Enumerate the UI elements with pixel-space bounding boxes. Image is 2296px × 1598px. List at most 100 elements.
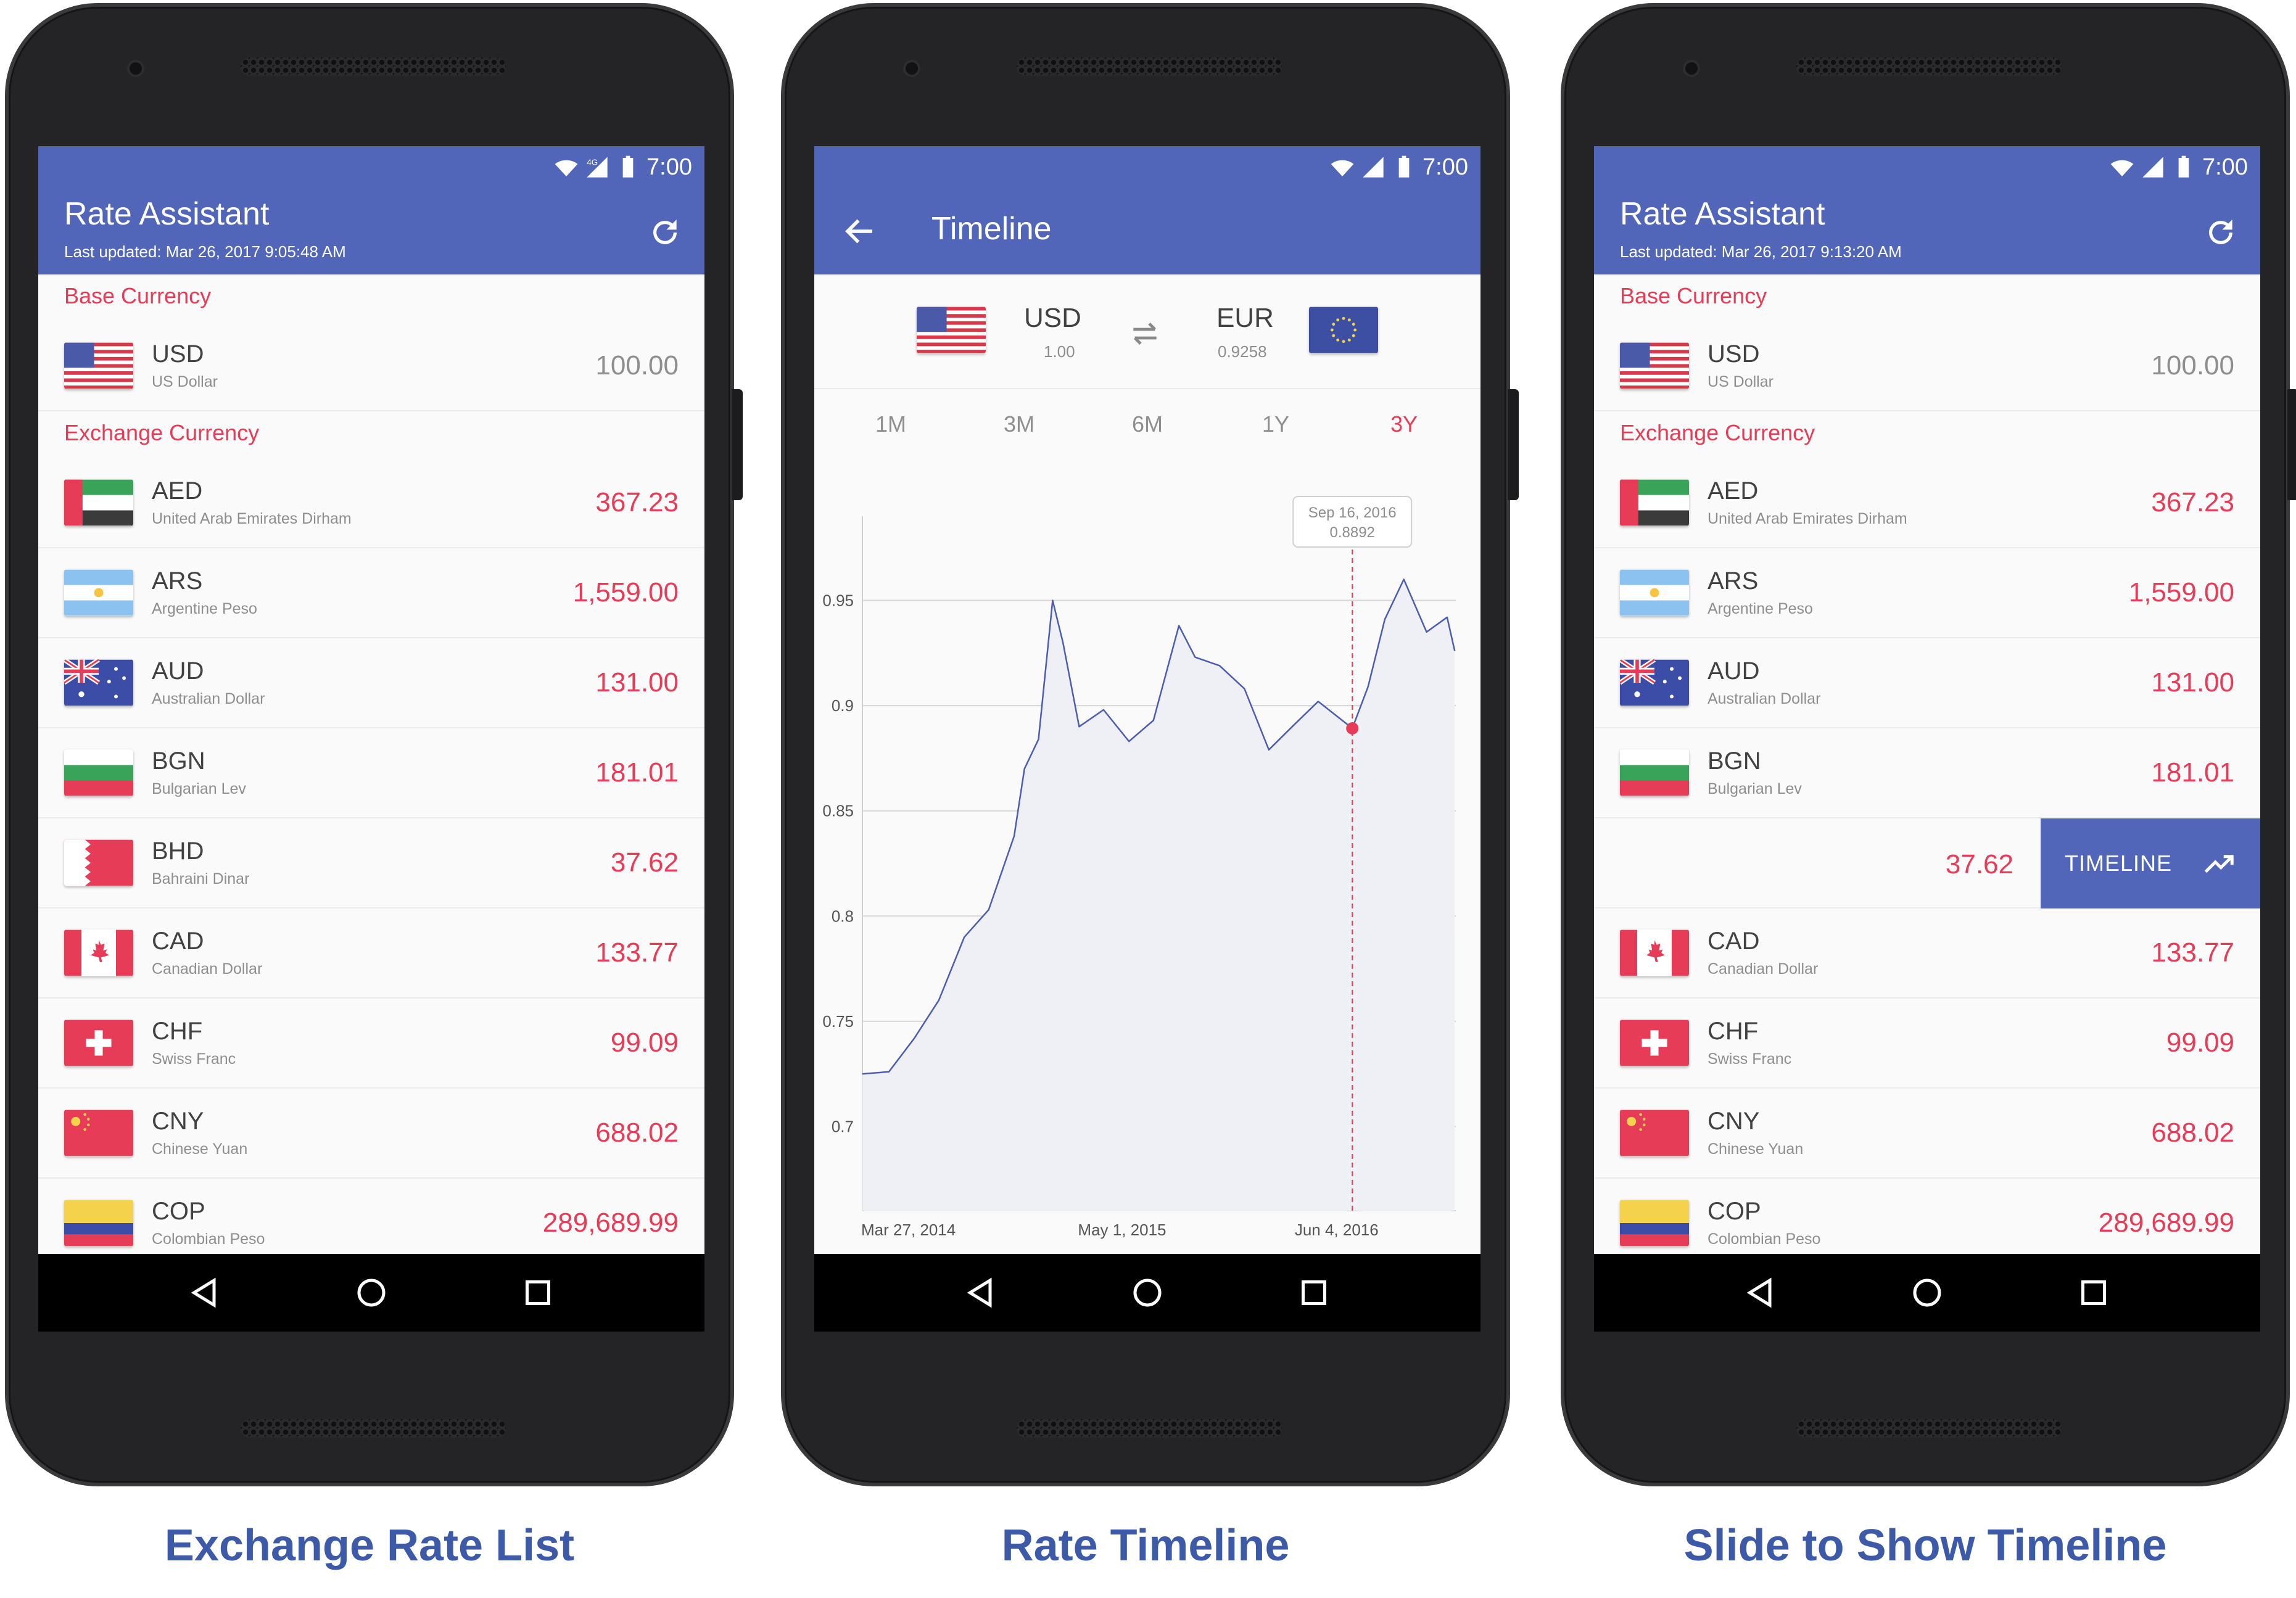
- currency-code: CHF: [152, 1018, 203, 1045]
- currency-row-ars[interactable]: ARS Argentine Peso 1,559.00: [1594, 548, 2260, 638]
- navigation-bar: [38, 1254, 704, 1332]
- currency-name: Chinese Yuan: [1708, 1140, 1804, 1158]
- currency-name: Argentine Peso: [1708, 600, 1813, 617]
- currency-pair-header: USD 1.00 EUR 0.9258: [814, 274, 1480, 389]
- base-amount-input[interactable]: 100.00: [595, 350, 679, 381]
- cell-signal-icon: [2142, 157, 2163, 178]
- currency-row-bhd[interactable]: BHD Bahraini Dinar 37.62: [38, 818, 704, 908]
- exchange-currency-label: Exchange Currency: [64, 420, 260, 445]
- currency-row-bgn[interactable]: BGN Bulgarian Lev 181.01: [38, 728, 704, 818]
- wifi-icon: [555, 160, 578, 176]
- y-tick-label: 0.85: [822, 802, 854, 820]
- currency-value: 688.02: [2151, 1118, 2234, 1148]
- back-nav-icon[interactable]: [186, 1274, 223, 1311]
- last-updated-text: Last updated: Mar 26, 2017 9:05:48 AM: [64, 242, 346, 261]
- currency-row-cny[interactable]: CNY Chinese Yuan 688.02: [1594, 1089, 2260, 1179]
- app-title: Rate Assistant: [64, 196, 270, 232]
- swiped-row-bhd[interactable]: 37.62 TIMELINE: [1594, 818, 2260, 908]
- caption-slide-timeline: Slide to Show Timeline: [1683, 1521, 2167, 1570]
- to-currency-value: 0.9258: [1218, 342, 1267, 361]
- app-bar: Timeline: [814, 188, 1480, 274]
- currency-row-aed[interactable]: AED United Arab Emirates Dirham 367.23: [38, 458, 704, 548]
- svg-text:4G: 4G: [587, 158, 598, 167]
- earpiece-speaker: [241, 57, 506, 76]
- refresh-icon[interactable]: [2203, 215, 2238, 250]
- tab-3m[interactable]: 3M: [955, 389, 1083, 451]
- currency-value: 131.00: [2151, 667, 2234, 698]
- home-nav-icon[interactable]: [1129, 1274, 1166, 1311]
- timeline-button[interactable]: TIMELINE: [2041, 818, 2260, 908]
- base-currency-row[interactable]: USD US Dollar 100.00: [38, 321, 704, 411]
- currency-row-aed[interactable]: AED United Arab Emirates Dirham 367.23: [1594, 458, 2260, 548]
- currency-value: 1,559.00: [2128, 577, 2234, 607]
- currency-row-aud[interactable]: AUD Australian Dollar 131.00: [38, 638, 704, 728]
- to-currency-code[interactable]: EUR: [1216, 303, 1274, 334]
- recents-nav-icon[interactable]: [2075, 1274, 2112, 1311]
- currency-name: Canadian Dollar: [1708, 960, 1819, 978]
- currency-name: Canadian Dollar: [152, 960, 263, 978]
- back-nav-icon[interactable]: [1742, 1274, 1779, 1311]
- flag-chf-icon: [64, 1019, 133, 1066]
- currency-value: 1,559.00: [572, 577, 679, 607]
- currency-row-ars[interactable]: ARS Argentine Peso 1,559.00: [38, 548, 704, 638]
- home-nav-icon[interactable]: [1909, 1274, 1946, 1311]
- currency-row-bgn[interactable]: BGN Bulgarian Lev 181.01: [1594, 728, 2260, 818]
- flag-cny-icon: [1620, 1110, 1689, 1156]
- base-currency-row[interactable]: USD US Dollar 100.00: [1594, 321, 2260, 411]
- battery-icon: [622, 155, 634, 178]
- power-button: [1508, 389, 1519, 500]
- currency-row-cny[interactable]: CNY Chinese Yuan 688.02: [38, 1089, 704, 1179]
- home-nav-icon[interactable]: [353, 1274, 390, 1311]
- back-arrow-icon[interactable]: [841, 213, 878, 250]
- tab-1m[interactable]: 1M: [827, 389, 955, 451]
- cell-signal-icon: 4G: [587, 157, 608, 178]
- area-fill: [862, 579, 1455, 1211]
- currency-code: AUD: [1708, 657, 1760, 685]
- base-currency-label: Base Currency: [1620, 283, 1767, 308]
- back-nav-icon[interactable]: [962, 1274, 999, 1311]
- y-tick-label: 0.75: [822, 1012, 854, 1031]
- power-button: [2287, 389, 2296, 500]
- navigation-bar: [814, 1254, 1480, 1332]
- from-currency-code[interactable]: USD: [1024, 303, 1081, 334]
- y-tick-label: 0.7: [832, 1118, 854, 1136]
- currency-row-aud[interactable]: AUD Australian Dollar 131.00: [1594, 638, 2260, 728]
- flag-cop-icon: [1620, 1200, 1689, 1246]
- status-bar: 7:00: [814, 146, 1480, 188]
- currency-code: AED: [152, 477, 203, 505]
- flag-usd-icon: [64, 342, 133, 389]
- earpiece-speaker: [1017, 57, 1282, 76]
- currency-name: Colombian Peso: [1708, 1230, 1821, 1248]
- tab-3y[interactable]: 3Y: [1340, 389, 1468, 451]
- screen-list-swipe: 7:00 Rate Assistant Last updated: Mar 26…: [1594, 146, 2260, 1332]
- currency-code: ARS: [152, 567, 203, 595]
- currency-row-cad[interactable]: CAD Canadian Dollar 133.77: [1594, 908, 2260, 999]
- tab-1y[interactable]: 1Y: [1212, 389, 1340, 451]
- flag-bgn-icon: [1620, 749, 1689, 796]
- battery-icon: [1398, 155, 1410, 178]
- y-tick-label: 0.8: [832, 907, 854, 925]
- flag-ars-icon: [1620, 569, 1689, 616]
- tab-6m[interactable]: 6M: [1083, 389, 1212, 451]
- navigation-bar: [1594, 1254, 2260, 1332]
- currency-value: 289,689.99: [542, 1208, 679, 1238]
- power-button: [732, 389, 743, 500]
- currency-row-cad[interactable]: CAD Canadian Dollar 133.77: [38, 908, 704, 999]
- base-amount-input[interactable]: 100.00: [2151, 350, 2234, 381]
- currency-name: Australian Dollar: [1708, 690, 1821, 707]
- flag-usd-icon: [917, 307, 986, 353]
- y-tick-label: 0.9: [832, 696, 854, 715]
- refresh-icon[interactable]: [648, 215, 682, 250]
- app-bar: Rate Assistant Last updated: Mar 26, 201…: [1594, 188, 2260, 274]
- rate-timeline-chart[interactable]: 0.95 0.9 0.85 0.8 0.75 0.7 Mar 27, 2014 May 1, …: [814, 492, 1480, 1256]
- recents-nav-icon[interactable]: [1295, 1274, 1332, 1311]
- currency-row-chf[interactable]: CHF Swiss Franc 99.09: [38, 999, 704, 1089]
- recents-nav-icon[interactable]: [519, 1274, 556, 1311]
- currency-code: CHF: [1708, 1018, 1759, 1045]
- currency-name: US Dollar: [152, 373, 218, 390]
- currency-row-chf[interactable]: CHF Swiss Franc 99.09: [1594, 999, 2260, 1089]
- currency-code: CNY: [152, 1108, 204, 1135]
- currency-code: AED: [1708, 477, 1759, 505]
- swap-icon[interactable]: [1128, 316, 1162, 351]
- currency-name: Bahraini Dinar: [152, 870, 250, 888]
